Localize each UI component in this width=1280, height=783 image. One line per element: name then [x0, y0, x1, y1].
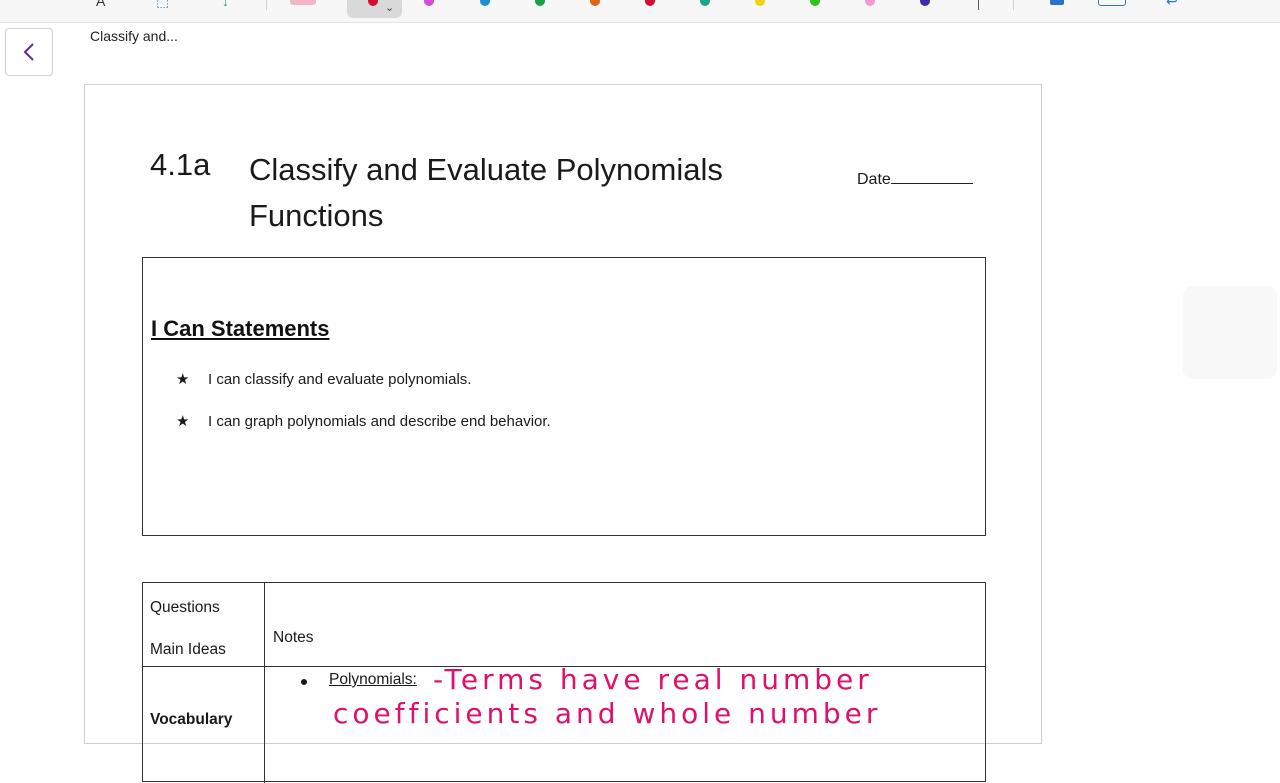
ink-replay-icon[interactable]: ↩ [1166, 0, 1178, 8]
i-can-statements-box: I Can Statements ★ I can classify and eva… [142, 257, 986, 536]
star-bullet-icon: ★ [176, 371, 190, 388]
i-can-item: ★ I can classify and evaluate polynomials… [176, 370, 471, 388]
i-can-heading: I Can Statements [151, 316, 330, 341]
notebook-page[interactable]: 4.1a Classify and Evaluate Polynomials F… [84, 84, 1042, 783]
add-pen-icon[interactable] [978, 0, 979, 10]
handwritten-note-line-2: coefficients and whole number [333, 697, 882, 730]
breadcrumb[interactable]: Classify and... [90, 28, 178, 44]
i-can-text: I can graph polynomials and describe end… [208, 413, 551, 430]
highlighter-pink-icon[interactable] [865, 0, 875, 6]
chevron-down-icon[interactable]: ⌄ [385, 2, 394, 14]
handwritten-note-line-1: -Terms have real number [433, 663, 873, 696]
main-ideas-header: Main Ideas [150, 641, 226, 658]
i-can-item: ★ I can graph polynomials and describe en… [176, 412, 551, 430]
lesson-number: 4.1a [150, 147, 211, 182]
text-format-icon[interactable]: A [96, 0, 105, 8]
date-blank-line [890, 169, 973, 184]
pen-red-icon[interactable] [645, 0, 655, 6]
highlighter-yellow-icon[interactable] [755, 0, 765, 6]
i-can-text: I can classify and evaluate polynomials. [208, 371, 472, 388]
eraser-icon[interactable] [290, 0, 316, 5]
page-title: Classify and Evaluate Polynomials Functi… [249, 152, 723, 233]
questions-main-ideas-header: Questions Main Ideas [150, 587, 226, 671]
questions-header: Questions [150, 599, 220, 616]
drawing-toolbar: A ⬚ ↓ ⌄ ↩ [0, 0, 1280, 23]
vocabulary-label: Vocabulary [150, 711, 233, 728]
toolbar-divider [1013, 0, 1014, 10]
pen-indigo-icon[interactable] [920, 0, 930, 6]
date-field: Date [857, 169, 973, 189]
polynomials-label: Polynomials: [329, 671, 417, 688]
chevron-left-icon [23, 43, 34, 61]
bullet-icon [301, 679, 307, 685]
cornell-notes-table: Questions Main Ideas Notes Vocabulary Po… [142, 582, 986, 783]
lasso-select-icon[interactable]: ⬚ [156, 0, 169, 8]
pen-green-icon[interactable] [535, 0, 545, 6]
column-divider [264, 583, 266, 783]
star-bullet-icon: ★ [176, 413, 190, 430]
notes-header: Notes [273, 629, 314, 646]
pen-orange-icon[interactable] [590, 0, 600, 6]
ruler-icon[interactable] [1050, 0, 1064, 5]
ink-to-shape-icon[interactable] [1098, 0, 1126, 6]
pen-blue-icon[interactable] [480, 0, 490, 6]
insert-space-icon[interactable]: ↓ [222, 0, 229, 8]
floating-panel [1183, 286, 1277, 379]
date-label: Date [857, 171, 891, 188]
pen-purple-icon[interactable] [424, 0, 434, 6]
pen-teal-icon[interactable] [700, 0, 710, 6]
highlighter-green-icon[interactable] [810, 0, 820, 6]
toolbar-divider [266, 0, 267, 10]
back-button[interactable] [5, 28, 53, 76]
